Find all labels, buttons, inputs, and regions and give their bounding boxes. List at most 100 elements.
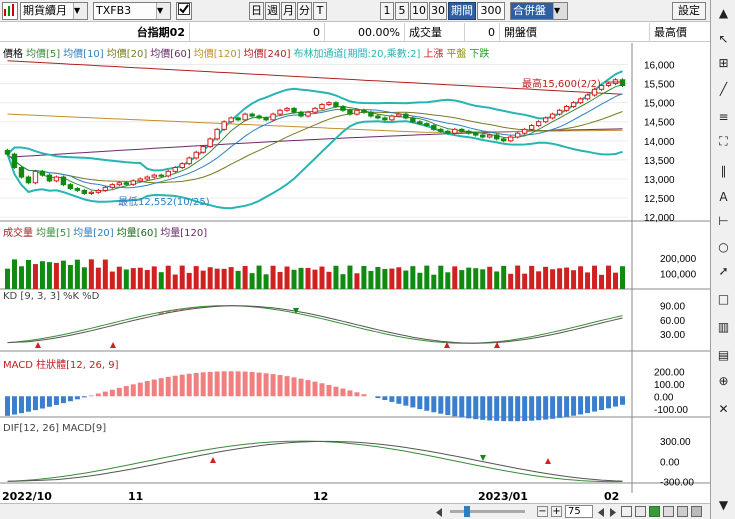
macd-legend: MACD 柱狀體[12, 26, 9] [3, 356, 121, 371]
volume-bar [494, 271, 500, 289]
channel-tool-icon[interactable]: ∥ [714, 162, 733, 181]
candle-body [256, 115, 262, 119]
scroll-left-icon[interactable] [435, 507, 443, 517]
macd-bar [144, 381, 150, 397]
buy-signal-icon [110, 342, 116, 348]
date-axis: 2022/10 11 12 2023/01 02 [0, 490, 655, 504]
volume-bar [116, 266, 122, 289]
macd-bar [585, 396, 591, 414]
range-label-button[interactable]: 期間 [448, 2, 476, 20]
volume-bar [74, 259, 80, 289]
zoom-in-button[interactable]: + [551, 506, 562, 517]
period-select[interactable]: 期貨續月 ▼ [20, 2, 88, 20]
day-button[interactable]: 日 [249, 2, 264, 20]
volume-label: 成交量 [405, 23, 465, 42]
line-tool-icon[interactable]: ╱ [714, 80, 733, 99]
hline-tool-icon[interactable]: ≡ [714, 108, 733, 127]
session-select[interactable]: 合併盤 ▼ [510, 2, 568, 20]
candle-body [361, 109, 367, 113]
chevron-down-icon: ▼ [156, 3, 170, 19]
candle-body [326, 102, 332, 106]
print-icon[interactable] [663, 506, 674, 517]
interval-1-button[interactable]: 1 [380, 2, 394, 20]
delete-tool-icon[interactable]: ✕ [714, 400, 733, 419]
fibonacci-tool-icon[interactable]: ⛶ [714, 132, 733, 151]
candle-body [466, 130, 472, 134]
layout-icon[interactable] [677, 506, 688, 517]
pointer-tool-icon[interactable]: ↖ [714, 30, 733, 49]
volume-bar [487, 266, 493, 289]
volume-bar [459, 270, 465, 289]
candle-body [109, 184, 116, 188]
zoom-tool-icon[interactable]: ⊕ [714, 372, 733, 391]
zoom-input[interactable]: 75 [565, 505, 593, 518]
text-tool-icon[interactable]: A [714, 188, 733, 207]
grid-tool-icon[interactable]: ▤ [714, 346, 733, 365]
macd-bar [256, 372, 262, 397]
candle-body [563, 105, 570, 111]
all-tools-icon[interactable]: ⊞ [714, 54, 733, 73]
volume-bar [228, 267, 234, 289]
volume-bar [508, 273, 514, 289]
volume-bar [46, 262, 52, 289]
macd-bar [354, 392, 360, 397]
candle-body [95, 189, 102, 193]
settings-button[interactable]: 設定 [672, 2, 706, 20]
app-logo-icon[interactable] [2, 2, 18, 20]
week-button[interactable]: 週 [265, 2, 280, 20]
macd-bar [361, 394, 367, 397]
candle-body [333, 102, 339, 107]
month-button[interactable]: 月 [281, 2, 296, 20]
kd-tick-label: 90.00 [660, 302, 685, 313]
candle-body [200, 146, 206, 153]
excel-export-icon[interactable] [649, 506, 660, 517]
nav-right-icon[interactable] [609, 507, 617, 519]
macd-bar [501, 396, 507, 422]
candle-body [25, 176, 32, 184]
circle-tool-icon[interactable]: ○ [714, 238, 733, 257]
macd-bar [375, 396, 381, 399]
macd-bar [200, 372, 206, 397]
options-icon[interactable] [691, 506, 702, 517]
macd-bar [32, 396, 38, 411]
window-max-icon[interactable] [635, 506, 646, 517]
rect-tool-icon[interactable]: □ [714, 290, 733, 309]
macd-bar [165, 376, 171, 397]
scroll-up-icon[interactable]: ▲ [714, 4, 733, 23]
candle-body [242, 113, 248, 121]
interval-10-button[interactable]: 10 [410, 2, 428, 20]
scrollbar-handle[interactable] [464, 506, 470, 517]
ruler-tool-icon[interactable]: ⊢ [714, 212, 733, 231]
interval-5-button[interactable]: 5 [395, 2, 409, 20]
macd-bar [179, 374, 185, 397]
timeline-scrollbar[interactable] [450, 506, 525, 517]
range-input[interactable]: 300 [477, 2, 505, 20]
symbol-select[interactable]: TXFB3 ▼ [93, 2, 171, 20]
macd-bar [340, 388, 346, 397]
candle-body [424, 123, 430, 127]
arrow-tool-icon[interactable]: ➚ [714, 262, 733, 281]
tick-button[interactable]: T [313, 2, 327, 20]
volume-bar [438, 265, 444, 289]
macd-bar [347, 390, 353, 397]
candle-body [389, 115, 395, 121]
volume-bar [501, 265, 507, 289]
scroll-down-icon[interactable]: ▼ [714, 496, 733, 515]
interval-30-button[interactable]: 30 [429, 2, 447, 20]
checkbox-toggle[interactable] [176, 2, 192, 20]
macd-bar [389, 396, 395, 402]
bar-tool-icon[interactable]: ▥ [714, 318, 733, 337]
date-label: 2023/01 [478, 490, 528, 503]
volume-bar [109, 271, 115, 289]
session-select-value: 合併盤 [513, 4, 546, 17]
volume-legend-item: 均量[5] [36, 228, 71, 239]
nav-left-icon[interactable] [597, 507, 605, 519]
last-price: 0 [190, 23, 325, 42]
volume-bar [578, 266, 584, 289]
minute-button[interactable]: 分 [297, 2, 312, 20]
window-restore-icon[interactable] [621, 506, 632, 517]
zoom-out-button[interactable]: − [537, 506, 548, 517]
macd-bar [599, 396, 605, 410]
price-legend-item: 均價[20] [106, 49, 148, 60]
chart-area[interactable]: 16,000 15,500 15,000 14,500 14,000 13,500 13,0… [0, 43, 710, 493]
